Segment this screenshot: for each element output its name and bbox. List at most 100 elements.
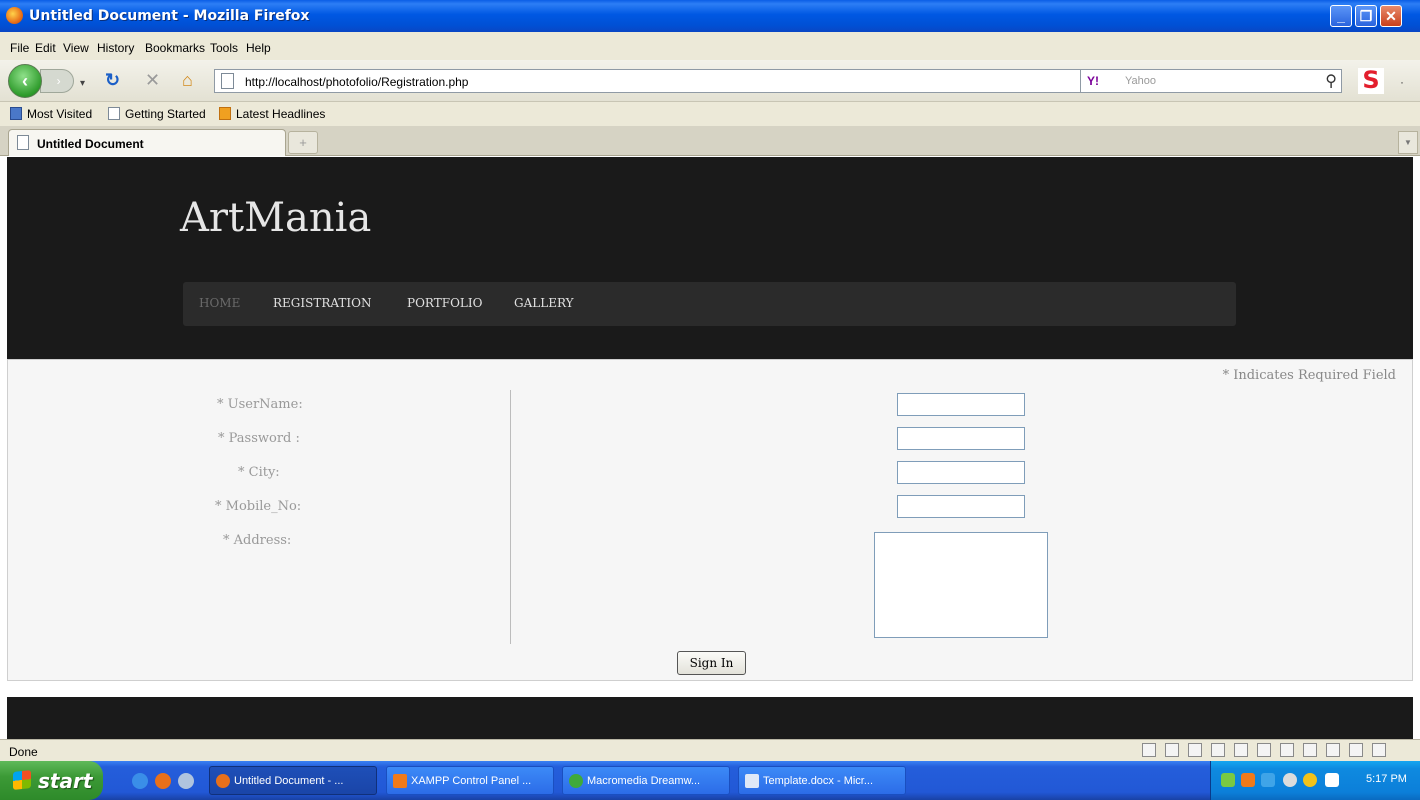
site-logo[interactable]: ArtMania	[180, 195, 371, 241]
menu-help[interactable]: Help	[246, 41, 271, 55]
tab-label: Untitled Document	[37, 137, 144, 151]
most-visited-icon	[10, 107, 22, 120]
dreamweaver-icon	[569, 774, 583, 788]
address-textarea[interactable]	[874, 532, 1048, 638]
required-field-note: * Indicates Required Field	[1222, 368, 1396, 383]
search-placeholder[interactable]: Yahoo	[1125, 75, 1156, 87]
tab-untitled-document[interactable]: Untitled Document	[8, 129, 286, 156]
form-divider	[510, 390, 511, 644]
page-icon	[221, 73, 234, 89]
windows-logo-icon	[13, 770, 31, 790]
window-titlebar[interactable]: Untitled Document - Mozilla Firefox _ ❐ …	[0, 0, 1420, 32]
tray-security-icon[interactable]	[1325, 773, 1339, 787]
ie-quicklaunch-icon[interactable]	[132, 773, 148, 789]
firefox-quicklaunch-icon[interactable]	[155, 773, 171, 789]
bookmarks-toolbar: Most Visited Getting Started Latest Head…	[0, 102, 1420, 126]
word-icon	[745, 774, 759, 788]
search-bar[interactable]: Y! Yahoo ⚲	[1080, 69, 1342, 93]
addon-print-icon[interactable]	[1234, 743, 1248, 757]
addon-page-icon[interactable]	[1142, 743, 1156, 757]
minimize-button[interactable]: _	[1330, 5, 1352, 27]
taskbar-item-word[interactable]: Template.docx - Micr...	[738, 766, 906, 795]
bookmark-getting-started[interactable]: Getting Started	[108, 107, 206, 121]
mobile-input[interactable]	[897, 495, 1025, 518]
search-engine-icon[interactable]: Y!	[1087, 74, 1099, 88]
start-button[interactable]: start	[0, 761, 103, 800]
firefox-icon	[6, 7, 23, 24]
reload-icon[interactable]: ↻	[105, 71, 120, 89]
menu-history[interactable]: History	[97, 41, 134, 55]
page-icon	[108, 107, 120, 120]
navigation-toolbar: › ‹ ▾ ↻ ✕ ⌂ http://localhost/photofolio/…	[0, 60, 1420, 102]
history-dropdown-icon[interactable]: ▾	[80, 75, 85, 93]
firefox-icon	[216, 774, 230, 788]
registration-form: * Indicates Required Field * UserName: *…	[7, 359, 1413, 681]
taskbar-clock[interactable]: 5:17 PM	[1366, 773, 1407, 785]
addon-pen-icon[interactable]	[1165, 743, 1179, 757]
city-input[interactable]	[897, 461, 1025, 484]
sign-in-button[interactable]: Sign In	[677, 651, 746, 675]
addon-network-icon[interactable]	[1188, 743, 1202, 757]
address-label: * Address:	[223, 533, 292, 548]
city-label: * City:	[238, 465, 280, 480]
back-button[interactable]: ‹	[8, 64, 42, 98]
tray-network-icon[interactable]	[1221, 773, 1235, 787]
home-icon[interactable]: ⌂	[182, 71, 193, 89]
page-viewport: ArtMania HOME REGISTRATION PORTFOLIO GAL…	[7, 157, 1413, 739]
bookmark-latest-headlines[interactable]: Latest Headlines	[219, 107, 325, 121]
username-label: * UserName:	[217, 397, 303, 412]
tab-list-button[interactable]: ▼	[1398, 131, 1418, 154]
addon-status-icon[interactable]	[1349, 743, 1363, 757]
password-input[interactable]	[897, 427, 1025, 450]
site-header: ArtMania HOME REGISTRATION PORTFOLIO GAL…	[7, 157, 1413, 359]
windows-taskbar: start Untitled Document - ... XAMPP Cont…	[0, 761, 1420, 800]
status-bar: Done	[0, 739, 1420, 761]
new-tab-button[interactable]: +	[288, 131, 318, 154]
bookmark-most-visited[interactable]: Most Visited	[10, 107, 92, 121]
close-button[interactable]: ✕	[1380, 5, 1402, 27]
password-label: * Password :	[218, 431, 300, 446]
stop-icon[interactable]: ✕	[145, 71, 160, 89]
tray-xampp-icon[interactable]	[1241, 773, 1255, 787]
addon-tools-icon[interactable]	[1326, 743, 1340, 757]
tray-volume-icon[interactable]	[1303, 773, 1317, 787]
addon-settings-icon[interactable]	[1372, 743, 1386, 757]
app-quicklaunch-icon[interactable]	[178, 773, 194, 789]
tray-sync-icon[interactable]	[1283, 773, 1297, 787]
url-text[interactable]: http://localhost/photofolio/Registration…	[245, 75, 468, 89]
rss-icon	[219, 107, 231, 120]
addon-window-icon[interactable]	[1280, 743, 1294, 757]
taskbar-item-firefox[interactable]: Untitled Document - ...	[209, 766, 377, 795]
status-text: Done	[9, 745, 38, 759]
start-label: start	[38, 769, 93, 793]
menu-view[interactable]: View	[63, 41, 89, 55]
addon-save-icon[interactable]	[1211, 743, 1225, 757]
stumbleupon-icon[interactable]: S	[1358, 68, 1384, 94]
menu-edit[interactable]: Edit	[35, 41, 56, 55]
site-nav: HOME REGISTRATION PORTFOLIO GALLERY	[183, 282, 1236, 326]
forward-button[interactable]: ›	[40, 69, 74, 93]
site-nav-home[interactable]: HOME	[199, 296, 240, 310]
menu-bar: File Edit View History Bookmarks Tools H…	[0, 32, 1420, 60]
addon-edit-icon[interactable]	[1303, 743, 1317, 757]
tab-strip: Untitled Document + ▼	[0, 126, 1420, 156]
site-nav-registration[interactable]: REGISTRATION	[273, 296, 371, 310]
toolbar-overflow-icon[interactable]: ·	[1400, 73, 1404, 91]
maximize-button[interactable]: ❐	[1355, 5, 1377, 27]
site-nav-portfolio[interactable]: PORTFOLIO	[407, 296, 482, 310]
menu-bookmarks[interactable]: Bookmarks	[145, 41, 205, 55]
site-nav-gallery[interactable]: GALLERY	[514, 296, 574, 310]
addon-refresh-icon[interactable]	[1257, 743, 1271, 757]
search-icon[interactable]: ⚲	[1325, 71, 1337, 91]
taskbar-item-xampp[interactable]: XAMPP Control Panel ...	[386, 766, 554, 795]
username-input[interactable]	[897, 393, 1025, 416]
system-tray: 5:17 PM	[1210, 761, 1420, 800]
site-footer	[7, 697, 1413, 739]
xampp-icon	[393, 774, 407, 788]
status-addon-icons	[1142, 743, 1395, 759]
menu-tools[interactable]: Tools	[210, 41, 238, 55]
taskbar-item-dreamweaver[interactable]: Macromedia Dreamw...	[562, 766, 730, 795]
window-title: Untitled Document - Mozilla Firefox	[29, 8, 310, 24]
menu-file[interactable]: File	[10, 41, 29, 55]
tray-app-icon[interactable]	[1261, 773, 1275, 787]
